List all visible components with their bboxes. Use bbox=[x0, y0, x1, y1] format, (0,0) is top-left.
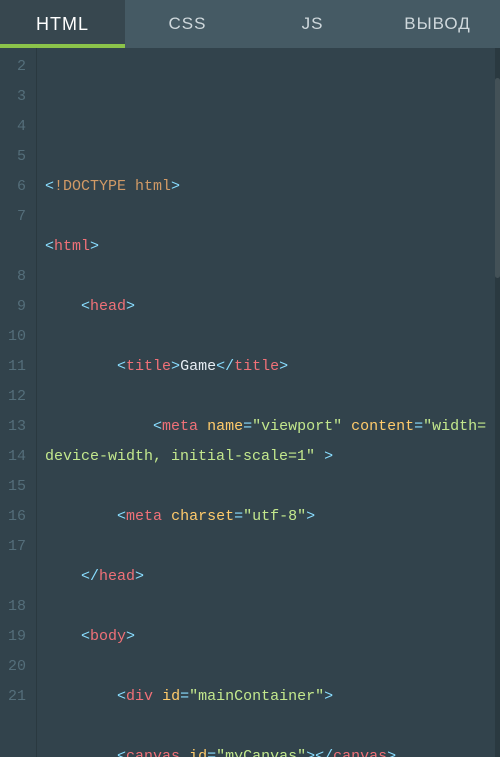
line-number: 8 bbox=[0, 262, 36, 292]
tab-label: ВЫВОД bbox=[404, 14, 471, 34]
tab-bar: HTML CSS JS ВЫВОД bbox=[0, 0, 500, 48]
code-area[interactable]: <!DOCTYPE html> <html> <head> <title>Gam… bbox=[36, 48, 500, 757]
line-number: 19 bbox=[0, 622, 36, 652]
line-number: 15 bbox=[0, 472, 36, 502]
line-number: 6 bbox=[0, 172, 36, 202]
line-number: 20 bbox=[0, 652, 36, 682]
line-number: 18 bbox=[0, 592, 36, 622]
line-number: 21 bbox=[0, 682, 36, 757]
tab-label: CSS bbox=[169, 14, 207, 34]
line-number: 10 bbox=[0, 322, 36, 352]
app-window: HTML CSS JS ВЫВОД 2345678910111213141516… bbox=[0, 0, 500, 757]
scrollbar-thumb[interactable] bbox=[495, 78, 500, 278]
line-number: 17 bbox=[0, 532, 36, 592]
tab-label: HTML bbox=[36, 14, 89, 35]
line-number: 11 bbox=[0, 352, 36, 382]
line-number: 3 bbox=[0, 82, 36, 112]
line-number: 5 bbox=[0, 142, 36, 172]
tab-js[interactable]: JS bbox=[250, 0, 375, 48]
line-number: 9 bbox=[0, 292, 36, 322]
line-number-gutter: 2345678910111213141516171819202122 bbox=[0, 48, 36, 757]
vertical-scrollbar[interactable] bbox=[495, 48, 500, 757]
line-number: 14 bbox=[0, 442, 36, 472]
line-number: 4 bbox=[0, 112, 36, 142]
code-content[interactable]: <!DOCTYPE html> <html> <head> <title>Gam… bbox=[37, 48, 500, 757]
code-editor: 2345678910111213141516171819202122 <!DOC… bbox=[0, 48, 500, 757]
line-number: 12 bbox=[0, 382, 36, 412]
line-number: 13 bbox=[0, 412, 36, 442]
tab-css[interactable]: CSS bbox=[125, 0, 250, 48]
tab-html[interactable]: HTML bbox=[0, 0, 125, 48]
line-number: 2 bbox=[0, 52, 36, 82]
tab-output[interactable]: ВЫВОД bbox=[375, 0, 500, 48]
line-number: 16 bbox=[0, 502, 36, 532]
line-number: 7 bbox=[0, 202, 36, 262]
tab-label: JS bbox=[302, 14, 324, 34]
